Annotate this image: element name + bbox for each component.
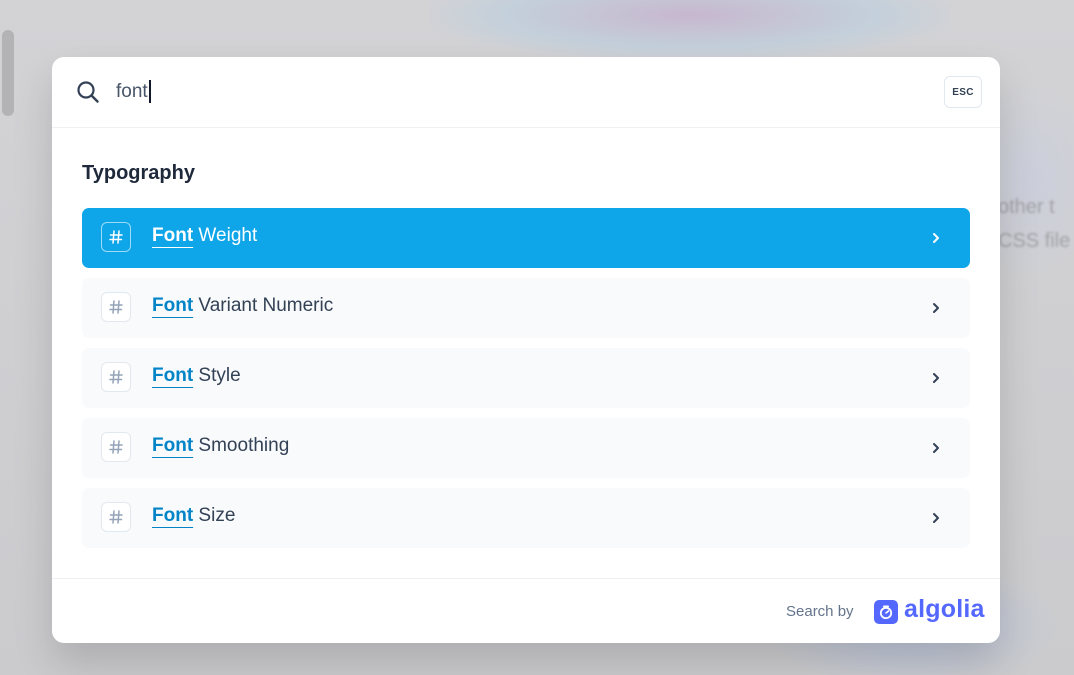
section-title: Typography xyxy=(82,162,195,184)
search-result-item[interactable]: Font Variant Numeric xyxy=(82,278,970,338)
backdrop-scrollbar xyxy=(2,30,14,116)
search-result-item[interactable]: Font Weight xyxy=(82,208,970,268)
result-title: Font Style xyxy=(152,365,241,387)
result-title: Font Smoothing xyxy=(152,435,289,457)
chevron-right-icon xyxy=(930,371,942,385)
chevron-right-icon xyxy=(930,441,942,455)
result-title-rest: Smoothing xyxy=(193,435,290,456)
result-title-rest: Variant Numeric xyxy=(193,295,334,316)
hit-list: Font Weight Font Variant Numeric Font Styl… xyxy=(82,208,970,548)
search-result-item[interactable]: Font Style xyxy=(82,348,970,408)
result-title-rest: Style xyxy=(193,365,241,386)
result-title-rest: Weight xyxy=(193,225,258,246)
search-modal: ESC Typography Font WeightFont Variant N… xyxy=(52,57,1000,643)
hash-icon xyxy=(101,502,131,532)
chevron-right-icon xyxy=(930,231,942,245)
hash-icon xyxy=(101,362,131,392)
result-title-match: Font xyxy=(152,435,194,456)
backdrop-text: other t xyxy=(998,196,1055,218)
algolia-brand-name[interactable]: algolia xyxy=(904,595,985,624)
search-result-item[interactable]: Font Smoothing xyxy=(82,418,970,478)
results-panel: Typography Font Weight Font Variant Numer… xyxy=(82,157,970,558)
search-bar: ESC xyxy=(52,57,1000,128)
search-icon xyxy=(77,81,99,103)
result-title: Font Weight xyxy=(152,225,257,247)
result-title-match: Font xyxy=(152,365,194,386)
result-title-rest: Size xyxy=(193,505,236,526)
search-by-label: Search by xyxy=(786,603,854,620)
text-caret xyxy=(149,80,151,103)
hash-icon xyxy=(101,222,131,252)
result-title: Font Variant Numeric xyxy=(152,295,333,317)
backdrop-gradient xyxy=(430,0,950,60)
backdrop-text: CSS file xyxy=(998,230,1071,252)
chevron-right-icon xyxy=(930,511,942,525)
chevron-right-icon xyxy=(930,301,942,315)
hash-icon xyxy=(101,432,131,462)
hash-icon xyxy=(101,292,131,322)
esc-button[interactable]: ESC xyxy=(944,76,982,108)
result-title-match: Font xyxy=(152,295,194,316)
search-result-item[interactable]: Font Size xyxy=(82,488,970,548)
modal-footer: Search by algolia xyxy=(52,578,1000,643)
algolia-logo-icon[interactable] xyxy=(874,600,898,624)
result-title-match: Font xyxy=(152,225,194,246)
search-input[interactable] xyxy=(116,79,916,105)
result-title-match: Font xyxy=(152,505,194,526)
result-title: Font Size xyxy=(152,505,235,527)
